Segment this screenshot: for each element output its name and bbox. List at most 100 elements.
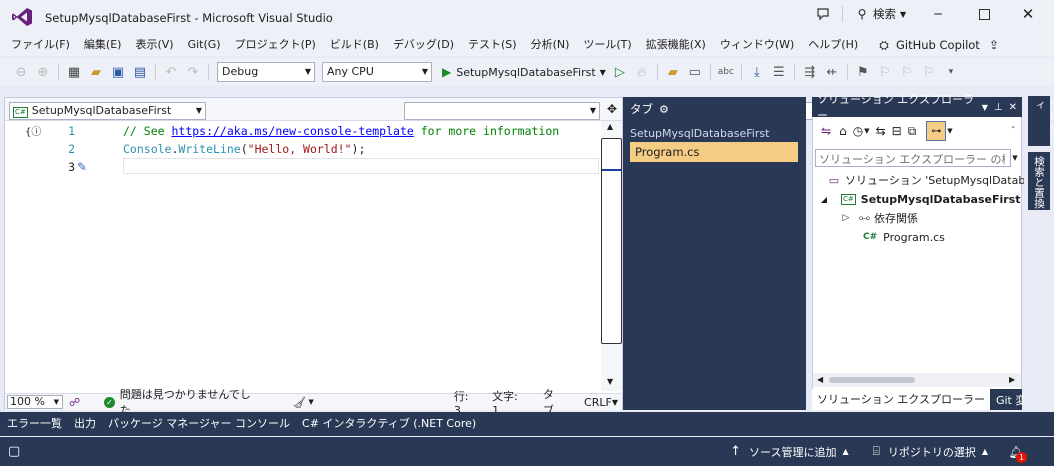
new-item-icon[interactable]: ▦ (64, 62, 84, 82)
scroll-up-icon[interactable]: ▲ (607, 122, 613, 131)
menu-test[interactable]: テスト(S) (461, 34, 524, 56)
scroll-down-icon[interactable]: ▼ (607, 377, 613, 386)
code-area[interactable]: {ⓘ 1 // See https://aka.ms/new-console-t… (5, 121, 601, 391)
scrollbar-thumb[interactable] (829, 377, 915, 383)
menu-file[interactable]: ファイル(F) (4, 34, 77, 56)
chevron-down-icon[interactable]: ▼ (308, 398, 313, 406)
search-button[interactable]: ⚲ 検索 ▼ (855, 6, 907, 22)
start-without-debug-icon[interactable]: ▷ (610, 62, 630, 82)
menu-build[interactable]: ビルド(B) (323, 34, 386, 56)
expanded-arrow-icon[interactable]: ◢ (819, 195, 829, 204)
editor-vertical-scrollbar[interactable]: ▲ ▼ (601, 121, 622, 391)
menu-help[interactable]: ヘルプ(H) (801, 34, 865, 56)
tab-error-list[interactable]: エラー一覧 (0, 412, 68, 436)
pin-icon[interactable]: ⊥ (994, 102, 1003, 113)
configuration-select[interactable]: Debug ▼ (217, 62, 315, 82)
side-tab-find-replace[interactable]: 検索と置換 (1028, 152, 1050, 210)
close-icon[interactable]: ✕ (1009, 102, 1017, 113)
redo-icon[interactable]: ↷ (183, 62, 203, 82)
line-ending[interactable]: CRLF (584, 396, 612, 409)
add-to-source-control-button[interactable]: ↑ ソース管理に追加 ▲ (730, 444, 849, 460)
tab-csharp-interactive[interactable]: C# インタラクティブ (.NET Core) (296, 412, 482, 436)
back-icon[interactable]: ⊖ (11, 62, 31, 82)
comment-link[interactable]: https://aka.ms/new-console-template (171, 124, 413, 138)
close-button[interactable]: ✕ (1018, 5, 1038, 23)
quick-action-icon[interactable]: ✎ (77, 160, 87, 174)
chevron-down-icon[interactable]: ▼ (864, 127, 869, 135)
menu-extensions[interactable]: 拡張機能(X) (639, 34, 713, 56)
side-tab-properties[interactable]: プロパティ (1028, 96, 1054, 146)
dropdown-icon[interactable]: ▼ (982, 103, 988, 112)
notifications-button[interactable]: 🔔︎ 1 (1008, 444, 1027, 463)
maximize-button[interactable] (974, 6, 994, 22)
menu-window[interactable]: ウィンドウ(W) (713, 34, 801, 56)
collapsed-arrow-icon[interactable]: ▷ (841, 213, 851, 223)
code-line: 1 // See https://aka.ms/new-console-temp… (55, 123, 559, 139)
menu-debug[interactable]: デバッグ(D) (386, 34, 461, 56)
open-folder-icon[interactable]: ▰ (86, 62, 106, 82)
tab-program-cs[interactable]: Program.cs (630, 142, 798, 162)
cleanup-icon[interactable]: 🧹︎ (292, 396, 306, 409)
tree-item-program-cs[interactable]: C# Program.cs (863, 229, 945, 245)
browse-icon[interactable]: ▰ (663, 62, 683, 82)
tree-item-dependencies[interactable]: ▷ ⧟ 依存関係 (841, 210, 918, 226)
menu-view[interactable]: 表示(V) (128, 34, 180, 56)
menu-analyze[interactable]: 分析(N) (524, 34, 577, 56)
solution-search-input[interactable]: ソリューション エクスプローラー の検索 (815, 149, 1011, 167)
bookmark-prev-icon[interactable]: ⚐ (875, 62, 895, 82)
pending-changes-icon[interactable]: ◷ (853, 124, 863, 138)
tree-item-project[interactable]: ◢ C# SetupMysqlDatabaseFirst (819, 191, 1021, 207)
gear-icon[interactable]: ⚙ (659, 103, 669, 116)
preview-selected-icon[interactable]: ⊶ (926, 121, 947, 141)
sync-icon[interactable]: ⇆ (876, 124, 886, 138)
outdent-icon[interactable]: ⇷ (822, 62, 842, 82)
layout-icon[interactable]: ▭ (685, 62, 705, 82)
tab-output[interactable]: 出力 (68, 412, 102, 436)
bookmark-clear-icon[interactable]: ⚐ (919, 62, 939, 82)
menu-tools[interactable]: ツール(T) (576, 34, 638, 56)
start-debug-button[interactable]: ▶ SetupMysqlDatabaseFirst ▼ (442, 65, 606, 79)
undo-icon[interactable]: ↶ (161, 62, 181, 82)
save-icon[interactable]: ▣ (108, 62, 128, 82)
tree-item-solution[interactable]: ▭ ソリューション 'SetupMysqlDatabase (827, 172, 1045, 188)
minimize-button[interactable]: ─ (928, 6, 948, 22)
output-window-icon[interactable]: ▢ (8, 444, 20, 459)
home-icon[interactable]: ⌂ (839, 124, 847, 138)
hot-reload-icon[interactable]: 🔥︎ (632, 62, 652, 82)
menu-project[interactable]: プロジェクト(P) (228, 34, 323, 56)
collapse-all-icon[interactable]: ⊟ (892, 124, 902, 138)
zoom-select[interactable]: 100 % ▼ (7, 395, 64, 409)
format-icon[interactable]: ☰ (769, 62, 789, 82)
step-into-icon[interactable]: ⤓ (747, 62, 767, 82)
platform-select[interactable]: Any CPU ▼ (322, 62, 432, 82)
overflow-icon[interactable]: ″ (1012, 126, 1015, 136)
show-all-files-icon[interactable]: ⧉ (908, 124, 917, 139)
split-editor-icon[interactable]: ✥ (605, 101, 619, 117)
scroll-right-icon[interactable]: ▼ (612, 398, 618, 407)
solution-horizontal-scrollbar[interactable]: ◀ ▶ (813, 373, 1021, 387)
indent-icon[interactable]: ⇶ (800, 62, 820, 82)
search-options-icon[interactable]: ▼ (1010, 149, 1020, 167)
tab-package-manager-console[interactable]: パッケージ マネージャー コンソール (102, 412, 296, 436)
intellicode-icon[interactable]: ☍ (69, 396, 80, 409)
nav-type-select[interactable]: ▼ (404, 102, 600, 120)
bookmark-icon[interactable]: ⚑ (853, 62, 873, 82)
spell-check-icon[interactable]: abc (716, 62, 736, 82)
menu-edit[interactable]: 編集(E) (77, 34, 129, 56)
forward-icon[interactable]: ⊕ (33, 62, 53, 82)
nav-project-select[interactable]: C# SetupMysqlDatabaseFirst ▼ (9, 102, 206, 120)
tab-solution-explorer[interactable]: ソリューション エクスプローラー (812, 389, 990, 410)
overflow-icon[interactable]: ▾ (941, 62, 961, 82)
bookmark-next-icon[interactable]: ⚐ (897, 62, 917, 82)
feedback-icon[interactable] (814, 5, 832, 23)
chevron-down-icon[interactable]: ▼ (947, 127, 952, 135)
save-all-icon[interactable]: ▤ (130, 62, 150, 82)
select-repository-button[interactable]: ⌸ リポジトリの選択 ▲ (873, 444, 988, 460)
copilot-button[interactable]: ⛭ GitHub Copilot (876, 37, 980, 53)
scroll-left-icon[interactable]: ◀ (817, 375, 823, 384)
switch-views-icon[interactable]: ⇋ (821, 124, 831, 138)
scroll-right-icon[interactable]: ▶ (1009, 375, 1015, 384)
menu-git[interactable]: Git(G) (181, 34, 228, 56)
share-icon[interactable]: ⇪ (986, 37, 1002, 53)
code-editor[interactable]: C#SetupMysqlDatabaseFirst ▼ ▼ ▼ ✥ {ⓘ 1 /… (4, 97, 994, 417)
